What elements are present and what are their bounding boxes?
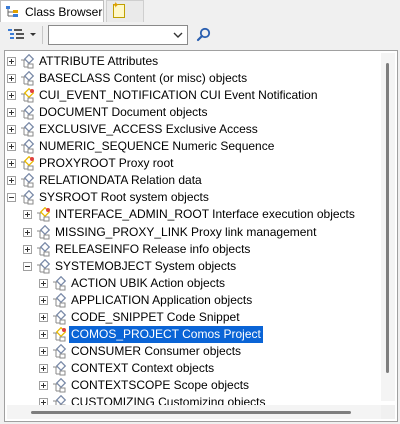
horizontal-scroll-thumb[interactable] — [31, 411, 351, 414]
tree-node-label[interactable]: CUI_EVENT_NOTIFICATION CUI Event Notific… — [37, 87, 320, 104]
expand-icon[interactable] — [39, 295, 48, 305]
tree-node[interactable]: MISSING_PROXY_LINK Proxy link management — [5, 224, 375, 241]
class-icon — [53, 292, 67, 308]
tree-node[interactable]: DOCUMENT Document objects — [5, 104, 375, 121]
class-special-icon — [53, 326, 67, 342]
class-special-icon — [37, 207, 51, 222]
expand-icon[interactable] — [39, 329, 48, 339]
tree-node[interactable]: CONSUMER Consumer objects — [5, 343, 375, 360]
expand-icon[interactable] — [39, 346, 48, 356]
tab-class-browser[interactable]: Class Browser — [0, 0, 104, 22]
class-icon — [37, 224, 51, 239]
expand-icon[interactable] — [7, 57, 16, 66]
class-icon — [21, 139, 35, 154]
tree-node[interactable]: COMOS_PROJECT Comos Project — [5, 325, 375, 343]
tree-node[interactable]: RELATIONDATA Relation data — [5, 172, 375, 189]
tree-node[interactable]: APPLICATION Application objects — [5, 292, 375, 309]
collapse-icon[interactable] — [23, 261, 32, 271]
expand-icon[interactable] — [7, 125, 16, 135]
class-tree: ATTRIBUTE Attributes BASECLASS Content (o… — [5, 51, 381, 410]
tree-node-label[interactable]: RELEASEINFO Release info objects — [53, 241, 252, 258]
expand-icon[interactable] — [7, 108, 16, 118]
expand-icon[interactable] — [23, 227, 32, 237]
star-icon: ✦ — [112, 0, 120, 10]
class-icon — [53, 360, 67, 376]
tree-node[interactable]: PROXYROOT Proxy root — [5, 155, 375, 172]
toolbar — [0, 22, 400, 48]
tree-node-label[interactable]: PROXYROOT Proxy root — [37, 155, 175, 172]
class-icon — [37, 241, 51, 257]
expand-icon[interactable] — [23, 244, 32, 254]
chevron-down-icon[interactable] — [169, 26, 187, 44]
tab-new-document[interactable]: ✦ — [106, 0, 144, 22]
tree-node-label[interactable]: INTERFACE_ADMIN_ROOT Interface execution… — [53, 206, 357, 223]
class-icon — [21, 173, 35, 188]
tree-node-label[interactable]: NUMERIC_SEQUENCE Numeric Sequence — [37, 138, 276, 155]
tree-node[interactable]: ATTRIBUTE Attributes — [5, 53, 375, 70]
tree-node[interactable]: CONTEXT Context objects — [5, 360, 375, 377]
horizontal-scrollbar[interactable] — [7, 405, 381, 419]
search-combobox[interactable] — [48, 25, 188, 45]
class-special-icon — [21, 88, 35, 103]
expand-icon[interactable] — [7, 176, 16, 186]
tree-node-label[interactable]: COMOS_PROJECT Comos Project — [69, 325, 263, 343]
tree-node-label[interactable]: RELATIONDATA Relation data — [37, 172, 204, 189]
tree-node-label[interactable]: APPLICATION Application objects — [69, 292, 254, 309]
tree-node-label[interactable]: MISSING_PROXY_LINK Proxy link management — [53, 224, 318, 241]
vertical-scrollbar[interactable] — [381, 53, 395, 401]
class-icon — [21, 71, 35, 86]
class-tree-panel: ATTRIBUTE Attributes BASECLASS Content (o… — [4, 50, 398, 422]
tree-node-label[interactable]: CONSUMER Consumer objects — [69, 343, 243, 360]
class-icon — [21, 105, 35, 120]
expand-icon[interactable] — [7, 142, 16, 152]
class-icon — [53, 309, 67, 325]
tree-node[interactable]: ACTION UBIK Action objects — [5, 275, 375, 292]
tree-view-dropdown-icon[interactable] — [4, 25, 40, 45]
tree-node[interactable]: EXCLUSIVE_ACCESS Exclusive Access — [5, 121, 375, 138]
tree-node-label[interactable]: CONTEXTSCOPE Scope objects — [69, 377, 251, 394]
search-icon[interactable] — [194, 25, 214, 45]
vertical-scroll-thumb[interactable] — [386, 63, 389, 373]
tree-node[interactable]: SYSTEMOBJECT System objects — [5, 258, 375, 275]
class-icon — [21, 122, 35, 137]
class-browser-icon — [6, 6, 18, 17]
class-icon — [53, 377, 67, 393]
collapse-icon[interactable] — [7, 193, 16, 203]
expand-icon[interactable] — [39, 312, 48, 322]
toolbar-separator — [42, 26, 43, 44]
tree-node-label[interactable]: ATTRIBUTE Attributes — [37, 53, 160, 70]
class-icon — [21, 190, 35, 205]
tree-node[interactable]: CODE_SNIPPET Code Snippet — [5, 309, 375, 326]
tab-label: Class Browser — [25, 5, 103, 19]
tree-node-label[interactable]: CODE_SNIPPET Code Snippet — [69, 309, 242, 326]
expand-icon[interactable] — [7, 91, 16, 101]
tree-node-label[interactable]: DOCUMENT Document objects — [37, 104, 210, 121]
class-icon — [53, 275, 67, 291]
tree-node[interactable]: RELEASEINFO Release info objects — [5, 241, 375, 258]
tree-node-label[interactable]: BASECLASS Content (or misc) objects — [37, 70, 249, 87]
expand-icon[interactable] — [39, 278, 48, 288]
expand-icon[interactable] — [39, 363, 48, 373]
tree-node[interactable]: CONTEXTSCOPE Scope objects — [5, 377, 375, 394]
class-icon — [53, 343, 67, 359]
tree-node[interactable]: NUMERIC_SEQUENCE Numeric Sequence — [5, 138, 375, 155]
tree-node-label[interactable]: SYSROOT Root system objects — [37, 189, 211, 206]
tree-node[interactable]: INTERFACE_ADMIN_ROOT Interface execution… — [5, 206, 375, 223]
tree-node[interactable]: SYSROOT Root system objects — [5, 189, 375, 206]
class-special-icon — [21, 156, 35, 171]
expand-icon[interactable] — [23, 210, 32, 220]
tree-node-label[interactable]: SYSTEMOBJECT System objects — [53, 258, 238, 275]
tree-node-label[interactable]: CONTEXT Context objects — [69, 360, 216, 377]
expand-icon[interactable] — [39, 380, 48, 390]
class-icon — [37, 258, 51, 274]
tree-node-label[interactable]: EXCLUSIVE_ACCESS Exclusive Access — [37, 121, 260, 138]
tree-node-label[interactable]: ACTION UBIK Action objects — [69, 275, 227, 292]
tab-strip: Class Browser ✦ — [0, 0, 400, 23]
tree-node[interactable]: CUI_EVENT_NOTIFICATION CUI Event Notific… — [5, 87, 375, 104]
tree-node[interactable]: BASECLASS Content (or misc) objects — [5, 70, 375, 87]
expand-icon[interactable] — [7, 74, 16, 84]
expand-icon[interactable] — [7, 159, 16, 169]
class-icon — [21, 54, 35, 69]
scrollbar-corner — [381, 405, 395, 419]
